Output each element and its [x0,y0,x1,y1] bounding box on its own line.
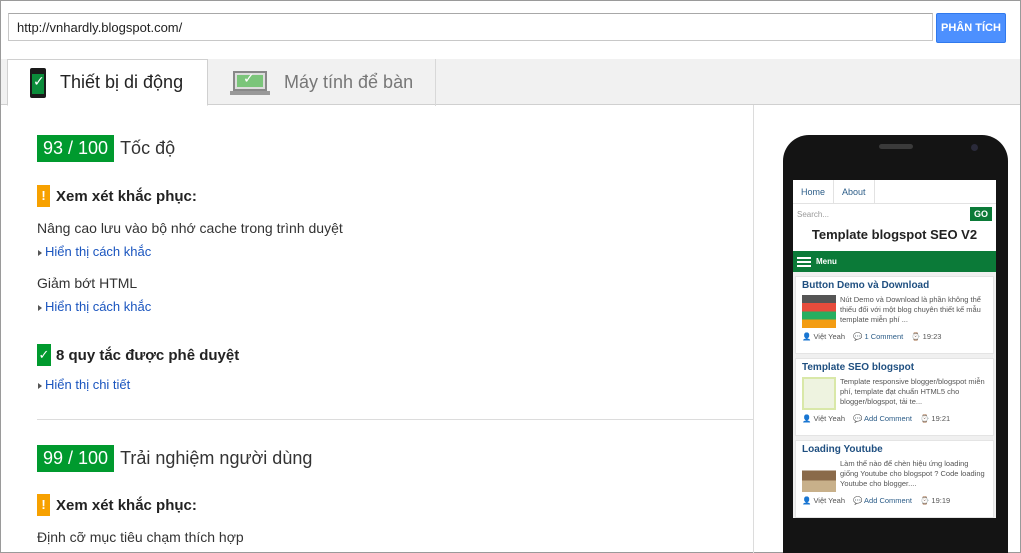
preview-nav-home: Home [793,180,835,204]
post-time: ⌚ 19:19 [919,496,951,505]
mobile-preview-phone: Home About Search... GO Template blogspo… [783,135,1008,553]
preview-post-excerpt: Làm thế nào để chèn hiệu ứng loading giố… [840,459,985,488]
show-how-to-fix-link-html[interactable]: Hiển thị cách khắc [38,299,151,314]
phone-speaker [879,144,913,149]
preview-post: Button Demo và Download Nút Demo và Down… [795,276,994,354]
preview-post-list: Button Demo và Download Nút Demo và Down… [793,272,996,518]
url-input[interactable]: http://vnhardly.blogspot.com/ [8,13,933,41]
show-details-link[interactable]: Hiển thị chi tiết [38,377,130,392]
preview-nav-about: About [834,180,875,204]
ux-score-row: 99 / 100 Trải nghiệm người dùng [37,445,312,472]
results-panel: 93 / 100 Tốc độ ! Xem xét khắc phục: Nân… [1,105,754,553]
preview-post-title: Template SEO blogspot [802,362,915,373]
rule-minify-html: Giảm bớt HTML [37,275,138,291]
passed-rules-label: 8 quy tắc được phê duyệt [56,346,240,364]
preview-search: Search... GO [793,204,996,224]
post-author: 👤 Việt Yeah [802,332,846,341]
consider-fixing-label: Xem xét khắc phục: [56,496,197,514]
preview-post-excerpt: Template responsive blogger/blogspot miễ… [840,377,985,406]
ux-consider-fixing-heading: ! Xem xét khắc phục: [37,494,197,516]
mobile-phone-icon: ✓ [30,67,46,98]
post-thumbnail [802,459,836,492]
consider-fixing-label: Xem xét khắc phục: [56,187,197,205]
preview-post-meta: 👤 Việt Yeah 💬 Add Comment ⌚ 19:21 [802,414,987,423]
mobile-preview-screen: Home About Search... GO Template blogspo… [793,180,996,518]
warning-icon: ! [37,185,50,207]
rule-tap-targets: Định cỡ mục tiêu chạm thích hợp [37,529,244,545]
tab-desktop-label: Máy tính để bàn [284,72,414,92]
post-comments: 💬 Add Comment [853,414,912,423]
passed-rules-heading: ✓ 8 quy tắc được phê duyệt [37,344,239,366]
speed-score-badge: 93 / 100 [37,135,115,162]
show-how-to-fix-label: Hiển thị cách khắc [45,299,152,314]
expand-triangle-icon [38,304,42,311]
post-author: 👤 Việt Yeah [802,496,846,505]
preview-go-button: GO [969,207,992,221]
device-tabs: ✓ Thiết bị di động ✓ Máy tính để bàn [1,59,1020,106]
post-comments: 💬 1 Comment [853,332,904,341]
speed-consider-fixing-heading: ! Xem xét khắc phục: [37,185,197,207]
post-time: ⌚ 19:21 [919,414,951,423]
preview-post-meta: 👤 Việt Yeah 💬 1 Comment ⌚ 19:23 [802,332,987,341]
post-thumbnail [802,295,836,328]
preview-post-title: Loading Youtube [802,444,883,455]
preview-nav: Home About [793,180,996,204]
expand-triangle-icon [38,249,42,256]
preview-post-meta: 👤 Việt Yeah 💬 Add Comment ⌚ 19:19 [802,496,987,505]
show-how-to-fix-label: Hiển thị cách khắc [45,244,152,259]
tab-desktop[interactable]: ✓ Máy tính để bàn [208,59,436,106]
preview-post: Loading Youtube Làm thế nào để chèn hiệu… [795,440,994,518]
rule-browser-caching: Nâng cao lưu vào bộ nhớ cache trong trìn… [37,220,343,236]
tab-mobile[interactable]: ✓ Thiết bị di động [7,59,208,106]
preview-post-title: Button Demo và Download [802,280,930,291]
post-thumbnail [802,377,836,410]
ux-label: Trải nghiệm người dùng [120,448,313,468]
preview-post-excerpt: Nút Demo và Download là phần không thể t… [840,295,981,324]
desktop-monitor-icon: ✓ [230,70,270,95]
preview-menu-label: Menu [816,257,837,266]
analyze-button[interactable]: PHÂN TÍCH [936,13,1006,43]
post-comments: 💬 Add Comment [853,496,912,505]
speed-label: Tốc độ [120,138,176,158]
hamburger-menu-icon [797,256,811,267]
check-icon: ✓ [37,344,51,366]
preview-blog-title: Template blogspot SEO V2 [811,227,978,242]
section-divider [37,419,753,420]
post-author: 👤 Việt Yeah [802,414,846,423]
speed-score-row: 93 / 100 Tốc độ [37,135,175,162]
expand-triangle-icon [38,382,42,389]
warning-icon: ! [37,494,50,516]
tab-mobile-label: Thiết bị di động [60,72,184,92]
show-how-to-fix-link-caching[interactable]: Hiển thị cách khắc [38,244,151,259]
preview-post: Template SEO blogspot Template responsiv… [795,358,994,436]
show-details-label: Hiển thị chi tiết [45,377,131,392]
post-time: ⌚ 19:23 [911,332,942,341]
preview-search-placeholder: Search... [797,209,830,219]
ux-score-badge: 99 / 100 [37,445,115,472]
preview-menu-bar: Menu [793,251,996,272]
phone-camera [971,144,978,151]
